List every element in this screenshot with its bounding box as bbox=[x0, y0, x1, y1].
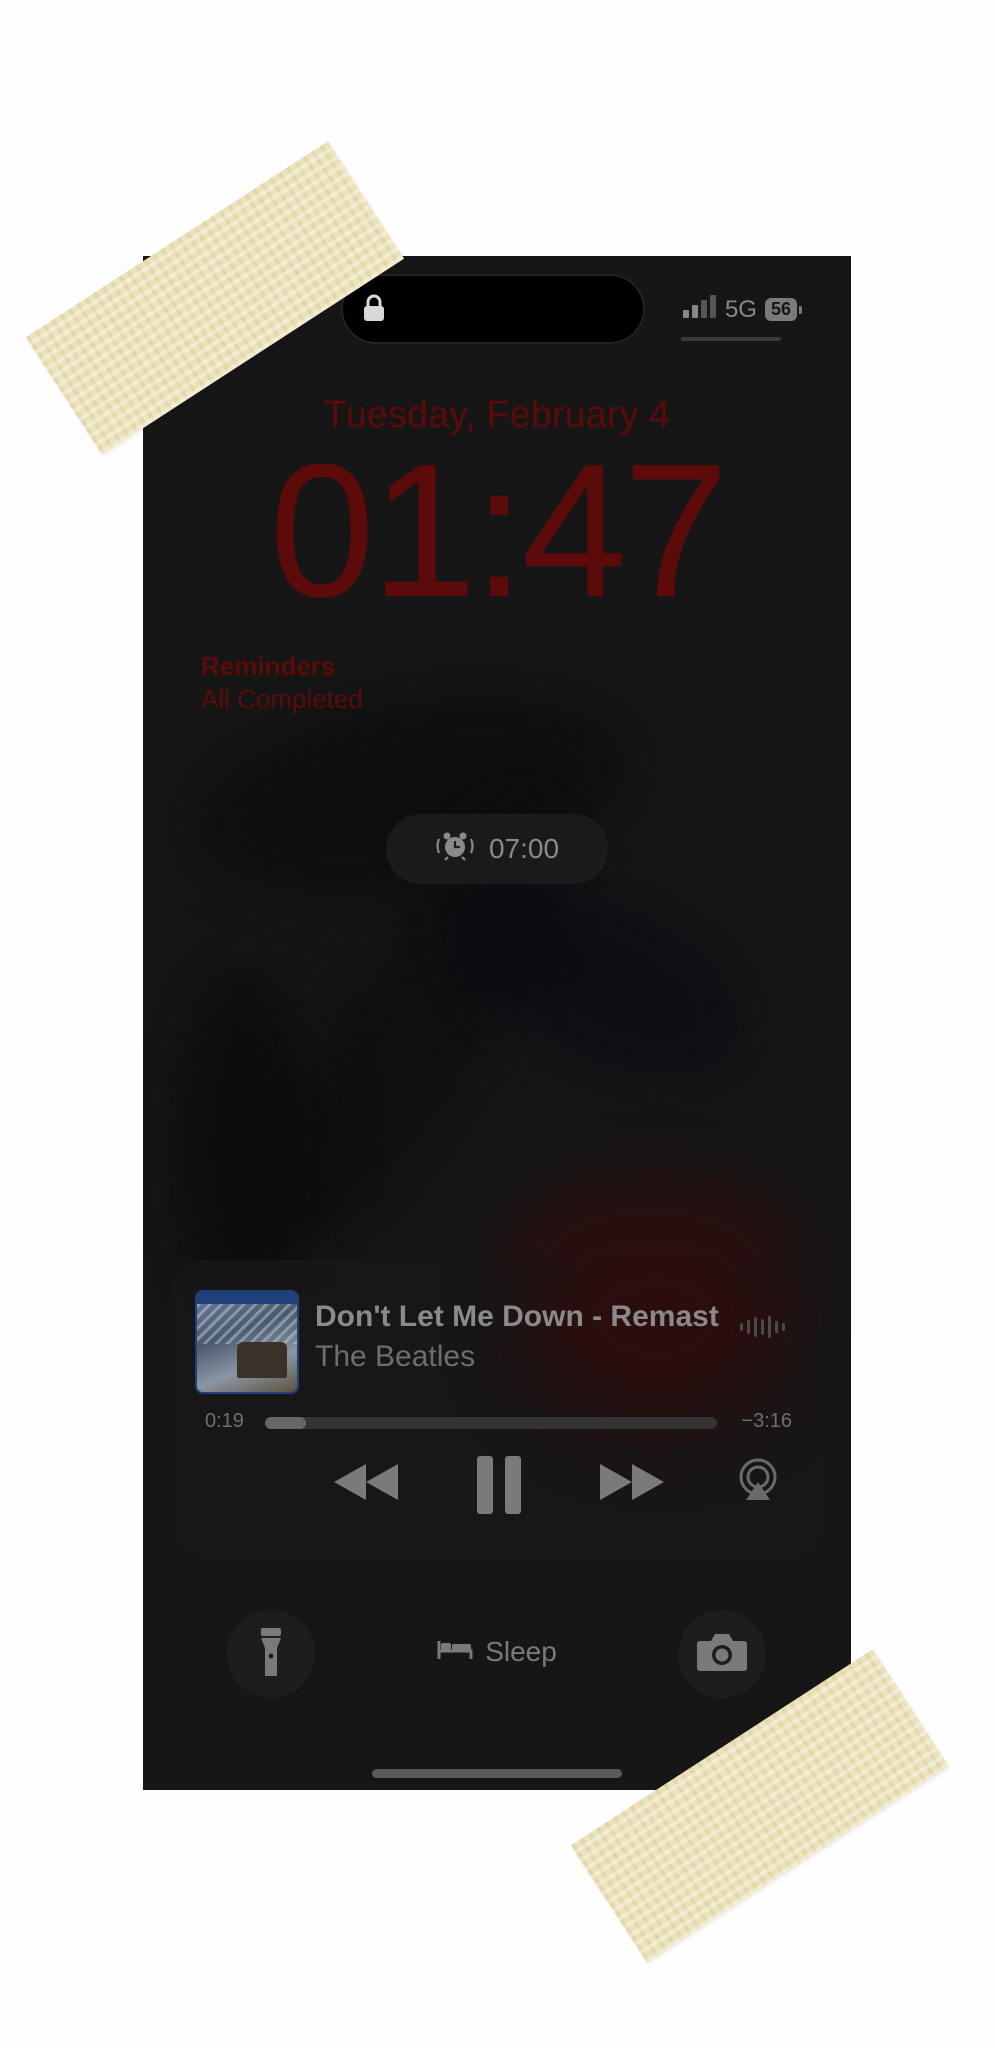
progress-scrubber[interactable] bbox=[265, 1417, 717, 1429]
now-playing-widget[interactable]: Don't Let Me Down - Remast The Beatles 0… bbox=[170, 1260, 827, 1560]
camera-button[interactable] bbox=[678, 1610, 766, 1698]
bed-icon bbox=[437, 1636, 473, 1668]
phone-screen: on 5G 56 Tuesday, February 4 01:47 Remin… bbox=[143, 256, 851, 1790]
elapsed-time: 0:19 bbox=[205, 1410, 244, 1432]
status-indicators: 5G 56 bbox=[682, 294, 803, 325]
airplay-icon[interactable] bbox=[736, 1458, 780, 1507]
widget-subtitle: All Completed bbox=[201, 684, 363, 714]
alarm-clock-icon bbox=[435, 831, 475, 868]
rewind-button[interactable] bbox=[332, 1460, 400, 1509]
widget-title: Reminders bbox=[201, 651, 336, 681]
camera-icon bbox=[696, 1631, 748, 1678]
remaining-time: −3:16 bbox=[741, 1410, 792, 1432]
focus-label: Sleep bbox=[485, 1636, 557, 1667]
status-underline bbox=[681, 337, 781, 341]
track-title: Don't Let Me Down - Remast bbox=[315, 1300, 719, 1333]
signal-icon bbox=[682, 294, 717, 325]
network-label: 5G bbox=[724, 295, 757, 323]
home-indicator[interactable] bbox=[372, 1769, 622, 1778]
alarm-time: 07:00 bbox=[488, 833, 560, 864]
waveform-icon bbox=[740, 1316, 785, 1338]
album-art bbox=[195, 1290, 299, 1394]
fast-forward-button[interactable] bbox=[598, 1460, 666, 1509]
battery-level: 56 bbox=[770, 299, 791, 319]
progress-fill bbox=[265, 1417, 306, 1429]
lock-icon bbox=[363, 294, 385, 327]
alarm-pill[interactable]: 07:00 bbox=[386, 814, 608, 884]
reminders-widget[interactable]: Reminders All Completed bbox=[201, 650, 363, 716]
lock-time: 01:47 bbox=[269, 425, 728, 637]
track-artist: The Beatles bbox=[315, 1340, 476, 1373]
dynamic-island bbox=[341, 274, 645, 344]
pause-button[interactable] bbox=[475, 1454, 523, 1521]
battery-icon: 56 bbox=[764, 298, 803, 321]
